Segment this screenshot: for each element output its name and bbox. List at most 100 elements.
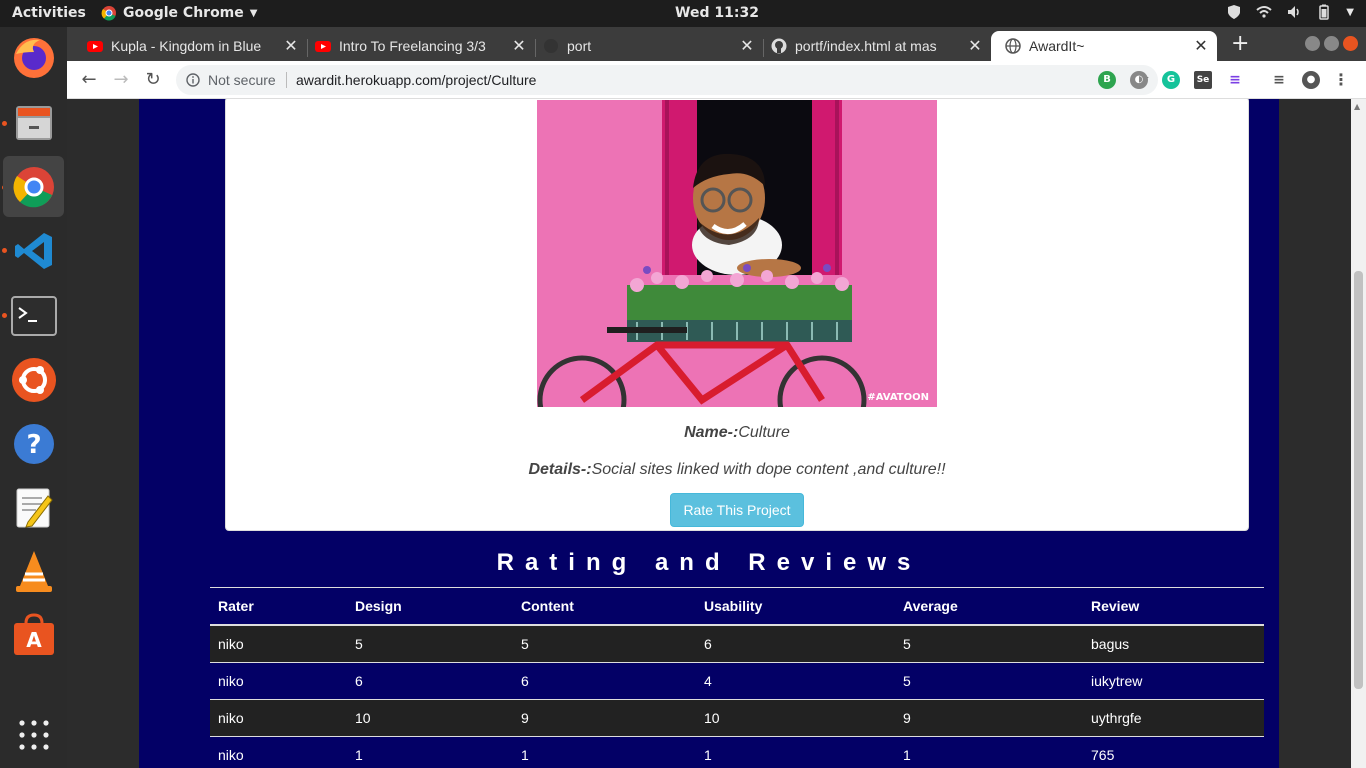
table-row: niko 5 5 6 5 bagus (210, 624, 1264, 662)
dock-ubuntu-software[interactable] (3, 349, 64, 410)
app-store-icon: A (13, 612, 54, 655)
image-watermark: #AVATOON (867, 392, 929, 403)
maximize-button[interactable] (1324, 36, 1339, 51)
project-image: #AVATOON (537, 100, 937, 407)
wifi-icon[interactable] (1256, 4, 1272, 20)
cell-design: 5 (347, 624, 513, 662)
reviews-table: Rater Design Content Usability Average R… (210, 587, 1264, 768)
dock-files[interactable] (3, 91, 64, 152)
window-controls (1305, 36, 1358, 51)
shield-icon[interactable] (1226, 4, 1242, 20)
clock[interactable]: Wed 11:32 (0, 5, 1366, 21)
page-scrollbar[interactable]: ▲ (1351, 99, 1366, 768)
cell-average: 9 (895, 698, 1083, 736)
rate-project-button[interactable]: Rate This Project (670, 493, 804, 527)
reload-button[interactable]: ↻ (141, 68, 165, 92)
files-icon (15, 105, 52, 140)
dock-help[interactable]: ? (3, 413, 64, 474)
close-icon[interactable]: ✕ (281, 36, 301, 56)
table-row: niko 6 6 4 5 iukytrew (210, 661, 1264, 699)
volume-icon[interactable] (1286, 4, 1302, 20)
cell-average: 1 (895, 735, 1083, 768)
tab-title: port (567, 38, 592, 54)
address-bar[interactable]: Not secure awardit.herokuapp.com/project… (176, 65, 1158, 95)
dock-chrome[interactable] (3, 156, 64, 217)
chevron-down-icon[interactable]: ▼ (1346, 7, 1354, 18)
media-control-icon[interactable]: ≡ (1270, 71, 1288, 89)
scrollbar-thumb[interactable] (1354, 271, 1363, 689)
minimize-button[interactable] (1305, 36, 1320, 51)
cell-content: 5 (513, 624, 696, 662)
cell-review: bagus (1083, 624, 1264, 662)
security-indicator[interactable]: Not secure (186, 72, 276, 88)
cell-rater: niko (210, 735, 347, 768)
tab-title: portf/index.html at mas (795, 38, 937, 54)
tab-port[interactable]: port ✕ (529, 31, 763, 61)
scroll-up-icon[interactable]: ▲ (1354, 102, 1360, 111)
dock-firefox[interactable] (3, 27, 64, 88)
close-icon[interactable]: ✕ (737, 36, 757, 56)
table-row: niko 1 1 1 1 765 (210, 735, 1264, 768)
tab-title: Intro To Freelancing 3/3 (339, 38, 486, 54)
tab-portf[interactable]: portf/index.html at mas ✕ (757, 31, 991, 61)
close-icon[interactable]: ✕ (509, 36, 529, 56)
loading-icon (544, 39, 558, 53)
grammarly-icon[interactable]: G (1162, 71, 1180, 89)
globe-icon (1005, 38, 1021, 54)
cell-review: uythrgfe (1083, 698, 1264, 736)
close-icon[interactable]: ✕ (1191, 36, 1211, 56)
table-header-row: Rater Design Content Usability Average R… (210, 587, 1264, 626)
cell-content: 1 (513, 735, 696, 768)
project-details-label: Details-: (528, 461, 592, 478)
close-window-button[interactable] (1343, 36, 1358, 51)
svg-text:A: A (26, 628, 42, 652)
more-menu-icon[interactable]: ⋮ (1332, 71, 1350, 89)
extension-dark-mode-icon[interactable]: ◐ (1130, 71, 1148, 89)
dock-vlc[interactable] (3, 540, 64, 601)
tab-kupla[interactable]: Kupla - Kingdom in Blue ✕ (73, 31, 307, 61)
extension-b-icon[interactable]: B (1098, 71, 1116, 89)
project-name-label: Name-: (684, 424, 739, 441)
dock-show-apps[interactable] (3, 704, 64, 765)
page-body: #AVATOON Name-:Culture Details-:Social s… (139, 99, 1279, 768)
browser-toolbar: ← → ↻ Not secure awardit.herokuapp.com/p… (67, 61, 1366, 99)
profile-avatar-icon[interactable]: ● (1302, 71, 1320, 89)
battery-icon[interactable] (1316, 4, 1332, 20)
column-header-review: Review (1083, 587, 1264, 626)
extension-menu-icon[interactable]: ≡ (1226, 71, 1244, 89)
system-tray[interactable]: ▼ (1226, 4, 1354, 20)
show-apps-icon (18, 719, 49, 750)
close-icon[interactable]: ✕ (965, 36, 985, 56)
cell-usability: 1 (696, 735, 895, 768)
column-header-rater: Rater (210, 587, 347, 626)
vscode-icon (14, 232, 52, 269)
selenium-icon[interactable]: Se (1194, 71, 1212, 89)
cell-design: 6 (347, 661, 513, 699)
project-details-value: Social sites linked with dope content ,a… (591, 461, 946, 478)
column-header-content: Content (513, 587, 696, 626)
url-text[interactable]: awardit.herokuapp.com/project/Culture (296, 72, 536, 88)
info-icon (186, 73, 200, 87)
github-icon (771, 38, 787, 54)
dock-terminal[interactable] (3, 285, 64, 346)
forward-button[interactable]: → (109, 68, 133, 92)
tab-awardit[interactable]: AwardIt~ ✕ (991, 31, 1217, 61)
avatar-window-illustration: #AVATOON (537, 100, 937, 407)
cell-usability: 10 (696, 698, 895, 736)
cell-average: 5 (895, 624, 1083, 662)
back-button[interactable]: ← (77, 68, 101, 92)
cell-design: 1 (347, 735, 513, 768)
reviews-heading: Rating and Reviews (496, 549, 922, 576)
dock-text-editor[interactable] (3, 477, 64, 538)
cell-content: 6 (513, 661, 696, 699)
new-tab-button[interactable]: + (1231, 31, 1249, 56)
project-name-value: Culture (738, 424, 790, 441)
tab-freelancing[interactable]: Intro To Freelancing 3/3 ✕ (301, 31, 535, 61)
tab-title: Kupla - Kingdom in Blue (111, 38, 262, 54)
tab-title: AwardIt~ (1029, 38, 1085, 54)
ubuntu-software-icon (11, 357, 56, 402)
project-details: Details-:Social sites linked with dope c… (226, 461, 1248, 479)
dock-app-store[interactable]: A (3, 604, 64, 665)
dock-vscode[interactable] (3, 220, 64, 281)
cell-rater: niko (210, 698, 347, 736)
